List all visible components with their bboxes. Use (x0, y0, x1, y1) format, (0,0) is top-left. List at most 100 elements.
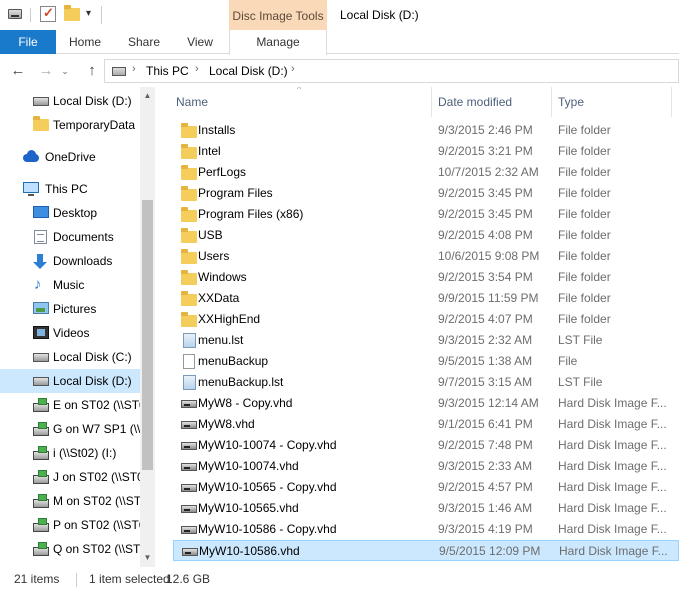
file-row[interactable]: XXHighEnd 9/2/2015 4:07 PM File folder (173, 309, 679, 330)
lst-file-icon (183, 333, 196, 348)
nav-item-this-pc[interactable]: This PC (0, 177, 140, 201)
nav-item-local-disk-d[interactable]: Local Disk (D:) (0, 369, 140, 393)
nav-item-network-drive-q[interactable]: Q on ST02 (\\ST0 (0, 537, 140, 561)
nav-item-temporarydata[interactable]: TemporaryData (0, 113, 140, 137)
scrollbar-thumb[interactable] (142, 200, 153, 470)
file-date: 10/6/2015 9:08 PM (438, 249, 540, 263)
file-date: 9/1/2015 6:41 PM (438, 417, 533, 431)
file-row[interactable]: MyW10-10586 - Copy.vhd 9/3/2015 4:19 PM … (173, 519, 679, 540)
navpane-scrollbar[interactable]: ▲ ▼ (140, 87, 155, 567)
file-row[interactable]: USB 9/2/2015 4:08 PM File folder (173, 225, 679, 246)
file-row[interactable]: Installs 9/3/2015 2:46 PM File folder (173, 120, 679, 141)
tab-file[interactable]: File (0, 30, 56, 54)
file-row-selected[interactable]: MyW10-10586.vhd 9/5/2015 12:09 PM Hard D… (173, 540, 679, 561)
file-type: File folder (558, 207, 611, 221)
drive-icon (112, 67, 126, 76)
folder-icon (181, 123, 197, 138)
nav-item-label: Videos (53, 326, 90, 340)
nav-item-onedrive[interactable]: OneDrive (0, 145, 140, 169)
file-row[interactable]: MyW8.vhd 9/1/2015 6:41 PM Hard Disk Imag… (173, 414, 679, 435)
context-tab-group-header: Disc Image Tools (229, 0, 327, 30)
file-row[interactable]: Intel 9/2/2015 3:21 PM File folder (173, 141, 679, 162)
videos-icon (33, 326, 49, 339)
chevron-right-icon[interactable]: › (195, 63, 199, 75)
recent-locations-chevron-icon[interactable]: ⌄ (58, 61, 72, 81)
onedrive-icon (23, 150, 39, 164)
tab-view[interactable]: View (174, 30, 226, 54)
scroll-down-arrow-icon[interactable]: ▼ (140, 551, 155, 565)
file-row[interactable]: MyW10-10565.vhd 9/3/2015 1:46 AM Hard Di… (173, 498, 679, 519)
nav-item-label: Local Disk (D:) (53, 94, 132, 108)
file-name: MyW10-10565.vhd (198, 501, 299, 515)
vhd-icon (181, 526, 197, 534)
file-name: Installs (198, 123, 236, 137)
file-name: Windows (198, 270, 247, 284)
file-row[interactable]: Program Files 9/2/2015 3:45 PM File fold… (173, 183, 679, 204)
vhd-icon (181, 442, 197, 450)
nav-item-pictures[interactable]: Pictures (0, 297, 140, 321)
column-header-type[interactable]: Type (558, 87, 668, 117)
file-row[interactable]: XXData 9/9/2015 11:59 PM File folder (173, 288, 679, 309)
vhd-icon (181, 421, 197, 429)
drive-icon (33, 377, 49, 386)
file-row[interactable]: MyW10-10074 - Copy.vhd 9/2/2015 7:48 PM … (173, 435, 679, 456)
this-pc-icon (23, 182, 39, 196)
tab-manage[interactable]: Manage (229, 30, 327, 55)
folder-icon (181, 144, 197, 159)
up-arrow-icon[interactable]: ↑ (82, 61, 102, 81)
forward-arrow-icon[interactable]: → (36, 61, 56, 81)
file-row[interactable]: menuBackup.lst 9/7/2015 3:15 AM LST File (173, 372, 679, 393)
nav-item-network-drive-j[interactable]: J on ST02 (\\ST0 (0, 465, 140, 489)
nav-item-network-drive-g[interactable]: G on W7 SP1 (\\S (0, 417, 140, 441)
nav-item-label: This PC (45, 182, 88, 196)
file-row[interactable]: Users 10/6/2015 9:08 PM File folder (173, 246, 679, 267)
chevron-right-icon[interactable]: › (291, 63, 295, 75)
file-type: File folder (558, 312, 611, 326)
scroll-up-arrow-icon[interactable]: ▲ (140, 89, 155, 103)
nav-item-network-drive-i[interactable]: i (\\St02) (I:) (0, 441, 140, 465)
column-divider[interactable] (551, 87, 552, 117)
file-row[interactable]: menu.lst 9/3/2015 2:32 AM LST File (173, 330, 679, 351)
file-row[interactable]: MyW8 - Copy.vhd 9/3/2015 12:14 AM Hard D… (173, 393, 679, 414)
nav-item-network-drive-p[interactable]: P on ST02 (\\ST0 (0, 513, 140, 537)
file-row[interactable]: menuBackup 9/5/2015 1:38 AM File (173, 351, 679, 372)
column-header-name[interactable]: Name (176, 87, 426, 117)
breadcrumb-local-disk-d[interactable]: Local Disk (D:) (209, 64, 288, 78)
file-row[interactable]: PerfLogs 10/7/2015 2:32 AM File folder (173, 162, 679, 183)
nav-item-downloads[interactable]: Downloads (0, 249, 140, 273)
nav-item-label: Downloads (53, 254, 113, 268)
file-date: 9/9/2015 11:59 PM (438, 291, 539, 305)
file-name: menuBackup.lst (198, 375, 284, 389)
column-divider[interactable] (431, 87, 432, 117)
column-divider[interactable] (671, 87, 672, 117)
file-row[interactable]: Windows 9/2/2015 3:54 PM File folder (173, 267, 679, 288)
address-bar[interactable]: › This PC › Local Disk (D:) › (104, 59, 679, 83)
nav-item-desktop[interactable]: Desktop (0, 201, 140, 225)
nav-item-network-drive-m[interactable]: M on ST02 (\\ST (0, 489, 140, 513)
file-type: Hard Disk Image F... (558, 396, 667, 410)
nav-item-music[interactable]: ♪ Music (0, 273, 140, 297)
nav-item-network-drive-e[interactable]: E on ST02 (\\ST0 (0, 393, 140, 417)
folder-icon (181, 270, 197, 285)
file-date: 9/3/2015 2:33 AM (438, 459, 533, 473)
nav-item-videos[interactable]: Videos (0, 321, 140, 345)
file-row[interactable]: Program Files (x86) 9/2/2015 3:45 PM Fil… (173, 204, 679, 225)
file-row[interactable]: MyW10-10565 - Copy.vhd 9/2/2015 4:57 PM … (173, 477, 679, 498)
chevron-right-icon[interactable]: › (132, 63, 136, 75)
nav-item-documents[interactable]: Documents (0, 225, 140, 249)
tab-share[interactable]: Share (116, 30, 172, 54)
column-header-date-modified[interactable]: Date modified (438, 87, 548, 117)
nav-item-local-disk-d-pinned[interactable]: Local Disk (D:) (0, 89, 140, 113)
tab-home[interactable]: Home (58, 30, 112, 54)
breadcrumb-this-pc[interactable]: This PC (146, 64, 189, 78)
nav-item-label: Local Disk (D:) (53, 374, 132, 388)
new-folder-icon[interactable] (64, 5, 80, 21)
nav-item-local-disk-c[interactable]: Local Disk (C:) (0, 345, 140, 369)
file-date: 9/3/2015 2:46 PM (438, 123, 533, 137)
file-date: 9/5/2015 1:38 AM (438, 354, 533, 368)
file-row[interactable]: MyW10-10074.vhd 9/3/2015 2:33 AM Hard Di… (173, 456, 679, 477)
folder-icon (181, 165, 197, 180)
back-arrow-icon[interactable]: ← (8, 61, 28, 81)
properties-check-icon[interactable] (40, 5, 56, 22)
title-bar: ▾ Disc Image Tools Local Disk (D:) (0, 0, 679, 30)
